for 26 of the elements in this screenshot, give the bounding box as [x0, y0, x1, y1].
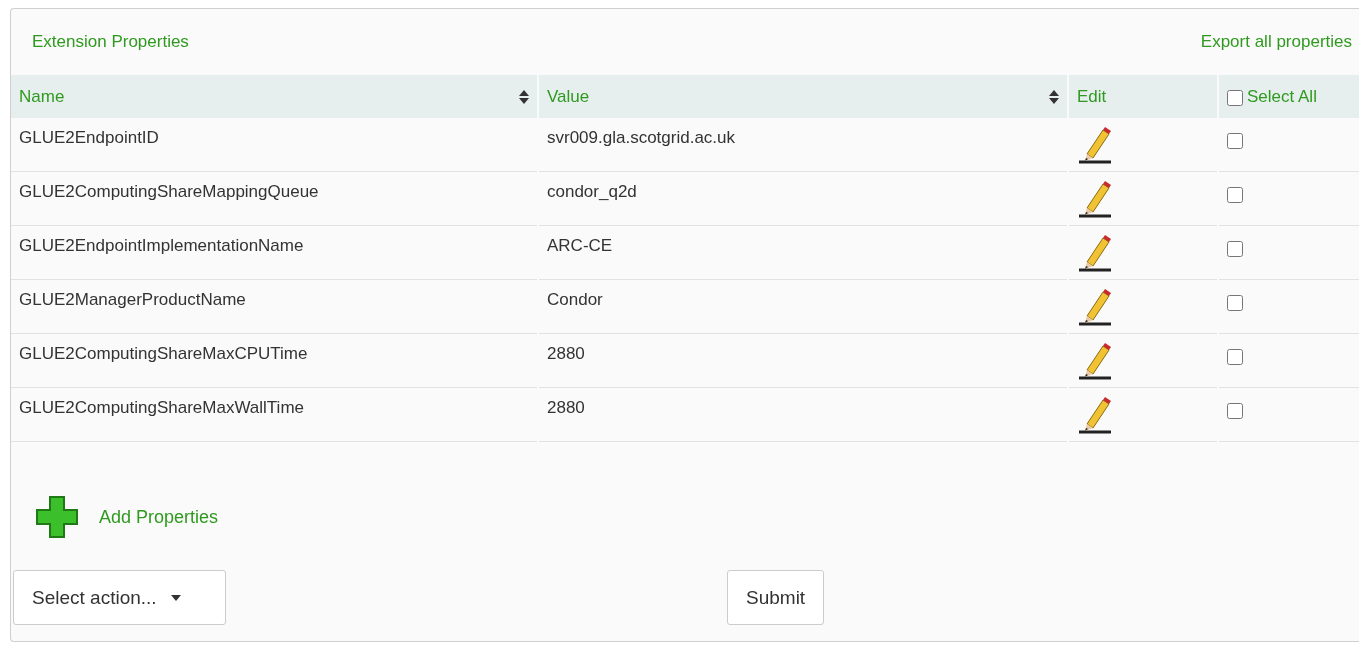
pencil-icon[interactable] — [1077, 178, 1113, 218]
panel-title: Extension Properties — [32, 32, 189, 52]
submit-button[interactable]: Submit — [727, 570, 825, 625]
action-dropdown[interactable]: Select action... — [13, 570, 226, 625]
sort-icon[interactable] — [519, 89, 529, 104]
select-all-label: Select All — [1247, 86, 1317, 107]
column-header[interactable]: Name — [11, 75, 537, 118]
column-header[interactable]: Edit — [1069, 75, 1217, 118]
row-checkbox[interactable] — [1227, 403, 1243, 419]
pencil-icon[interactable] — [1077, 232, 1113, 272]
pencil-icon[interactable] — [1077, 340, 1113, 380]
select-all-checkbox[interactable] — [1227, 89, 1243, 106]
row-checkbox[interactable] — [1227, 133, 1243, 149]
row-checkbox[interactable] — [1227, 241, 1243, 257]
caret-icon — [170, 594, 181, 601]
row-checkbox[interactable] — [1227, 295, 1243, 311]
pencil-icon[interactable] — [1077, 124, 1113, 164]
add-properties-link[interactable]: Add Properties — [99, 506, 219, 528]
pencil-icon[interactable] — [1077, 394, 1113, 434]
row-checkbox[interactable] — [1227, 187, 1243, 203]
column-header[interactable]: Value — [539, 75, 1067, 118]
plus-icon[interactable] — [35, 495, 79, 539]
sort-icon[interactable] — [1049, 89, 1059, 104]
pencil-icon[interactable] — [1077, 286, 1113, 326]
export-link[interactable]: Export all properties — [1200, 32, 1352, 52]
row-checkbox[interactable] — [1227, 349, 1243, 365]
